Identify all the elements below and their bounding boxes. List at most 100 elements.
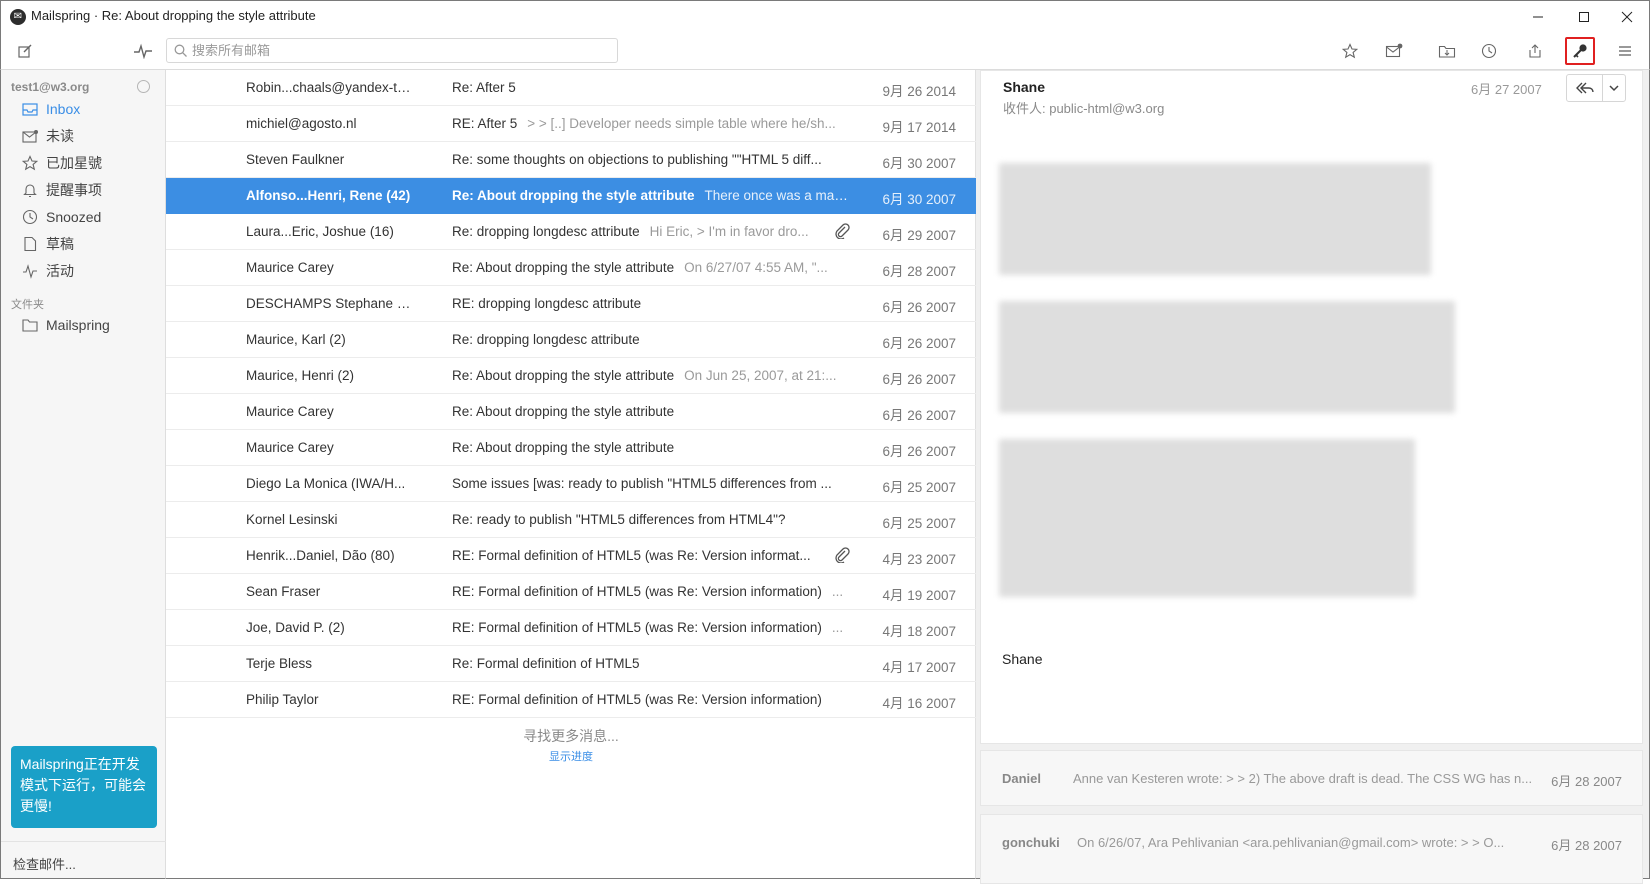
sidebar-item-starred[interactable]: 已加星號 [21,151,102,175]
minimize-button[interactable] [1515,1,1561,33]
mark-unread-button[interactable] [1382,39,1406,63]
thread-subject-line: RE: dropping longdesc attribute [452,296,854,311]
reply-all-button[interactable] [1567,75,1603,101]
collapsed-message[interactable]: Daniel Anne van Kesteren wrote: > > 2) T… [980,750,1643,806]
hamburger-menu-icon [1619,46,1631,56]
thread-subject: Re: ready to publish "HTML5 differences … [452,512,786,527]
thread-subject-line: RE: Formal definition of HTML5 (was Re: … [452,692,854,707]
window-title: Mailspring · Re: About dropping the styl… [31,8,316,23]
sidebar-item-mailspring-folder[interactable]: Mailspring [21,313,110,337]
activity-pulse-icon [134,43,152,59]
thread-subject-line: Re: About dropping the style attribute Th… [452,188,854,203]
thread-subject-line: Re: Formal definition of HTML5 [452,656,854,671]
thread-row[interactable]: Alfonso...Henri, Rene (42) Re: About drop… [166,178,976,214]
reply-all-icon [1575,82,1594,94]
thread-sender: Philip Taylor [246,692,319,707]
message-recipients: 收件人: public-html@w3.org [1003,101,1165,116]
thread-date: 6月 29 2007 [882,228,956,243]
thread-sender: Alfonso...Henri, Rene (42) [246,188,411,203]
sidebar-item-label: 已加星號 [46,155,102,171]
sidebar-item-unread[interactable]: 未读 [21,124,74,148]
draft-icon [21,235,39,253]
collapsed-message[interactable]: gonchuki On 6/26/07, Ara Pehlivanian <ar… [980,814,1643,884]
account-toggle-icon[interactable] [137,80,150,93]
thread-row[interactable]: Maurice, Henri (2) Re: About dropping the… [166,358,976,394]
thread-subject-line: RE: Formal definition of HTML5 (was Re: … [452,620,854,635]
sidebar-item-inbox[interactable]: Inbox [21,97,80,121]
reply-options-button[interactable] [1603,75,1625,101]
thread-subject-line: Re: some thoughts on objections to publi… [452,152,854,167]
thread-row[interactable]: Maurice Carey Re: About dropping the styl… [166,394,976,430]
thread-sender: Maurice, Henri (2) [246,368,355,383]
search-input[interactable] [192,42,612,59]
thread-row[interactable]: Maurice, Karl (2) Re: dropping longdesc a… [166,322,976,358]
thread-subject-line: Re: dropping longdesc attribute [452,332,854,347]
thread-row[interactable]: Laura...Eric, Joshue (16) Re: dropping lo… [166,214,976,250]
thread-subject-line: RE: Formal definition of HTML5 (was Re: … [452,548,854,563]
search-box[interactable] [166,38,618,63]
attachment-icon [835,223,850,239]
thread-sender: Kornel Lesinski [246,512,338,527]
menu-button[interactable] [1613,39,1637,63]
thread-row[interactable]: Maurice Carey Re: About dropping the styl… [166,430,976,466]
thread-row[interactable]: Henrik...Daniel, Dão (80) RE: Formal defi… [166,538,976,574]
folder-icon [21,316,39,334]
activity-button[interactable] [131,39,155,63]
snooze-button[interactable] [1477,39,1501,63]
blurred-message-text [999,301,1455,413]
star-icon [21,154,39,172]
thread-row[interactable]: Robin...chaals@yandex-te... Re: After 5 9月… [166,70,976,106]
collapsed-date: 6月 28 2007 [1551,774,1622,789]
star-button[interactable] [1338,39,1362,63]
thread-sender: Joe, David P. (2) [246,620,345,635]
compose-button[interactable] [13,39,37,63]
dev-mode-banner[interactable]: Mailspring正在开发模式下运行，可能会更慢! [11,746,157,828]
thread-row[interactable]: michiel@agosto.nl RE: After 5 > > [..] Dev… [166,106,976,142]
thread-row[interactable]: Sean Fraser RE: Formal definition of HTML… [166,574,976,610]
thread-sender: Henrik...Daniel, Dão (80) [246,548,395,563]
mailspring-logo-icon: ✉ [10,9,26,25]
thread-subject: Some issues [was: ready to publish "HTML… [452,476,832,491]
close-button[interactable] [1604,1,1650,33]
share-icon [1529,44,1541,58]
sidebar-item-activity[interactable]: 活动 [21,259,74,283]
thread-row[interactable]: Steven Faulkner Re: some thoughts on obje… [166,142,976,178]
sidebar-item-snoozed[interactable]: Snoozed [21,205,101,229]
message-sender[interactable]: Shane [1003,79,1045,95]
share-button[interactable] [1523,39,1547,63]
reply-button-group [1566,74,1626,102]
thread-row[interactable]: Maurice Carey Re: About dropping the styl… [166,250,976,286]
maximize-button[interactable] [1561,1,1607,33]
key-icon [1573,44,1587,58]
developer-key-button[interactable] [1565,37,1595,65]
clock-icon [21,208,39,226]
thread-row[interactable]: Kornel Lesinski Re: ready to publish "HTM… [166,502,976,538]
message-signature: Shane [1002,651,1043,667]
sidebar: test1@w3.org Inbox 未读 已加星號 提醒事项 Snoozed … [0,70,166,879]
move-to-folder-button[interactable] [1435,39,1459,63]
blurred-message-text [999,439,1415,597]
show-progress-link[interactable]: 显示进度 [166,748,976,764]
toolbar [0,32,1650,70]
thread-row[interactable]: Joe, David P. (2) RE: Formal definition o… [166,610,976,646]
thread-date: 6月 26 2007 [882,408,956,423]
thread-date: 6月 26 2007 [882,300,956,315]
folder-move-icon [1438,45,1456,58]
thread-row[interactable]: Terje Bless Re: Formal definition of HTML… [166,646,976,682]
thread-subject-line: Some issues [was: ready to publish "HTML… [452,476,854,491]
thread-snippet: ... [831,620,844,635]
thread-row[interactable]: DESCHAMPS Stephane R... RE: dropping long… [166,286,976,322]
sidebar-item-drafts[interactable]: 草稿 [21,232,74,256]
thread-subject: Re: Formal definition of HTML5 [452,656,640,671]
thread-row[interactable]: Philip Taylor RE: Formal definition of HT… [166,682,976,718]
thread-sender: Diego La Monica (IWA/H... [246,476,406,491]
thread-row[interactable]: Diego La Monica (IWA/H... Some issues [wa… [166,466,976,502]
thread-sender: michiel@agosto.nl [246,116,357,131]
thread-subject: RE: Formal definition of HTML5 (was Re: … [452,548,811,563]
thread-subject: Re: After 5 [452,80,516,95]
thread-snippet: There once was a mast... [704,188,855,203]
thread-subject: Re: some thoughts on objections to publi… [452,152,822,167]
inbox-icon [21,100,39,118]
sidebar-item-reminders[interactable]: 提醒事项 [21,178,102,202]
sidebar-item-label: 未读 [46,128,74,144]
